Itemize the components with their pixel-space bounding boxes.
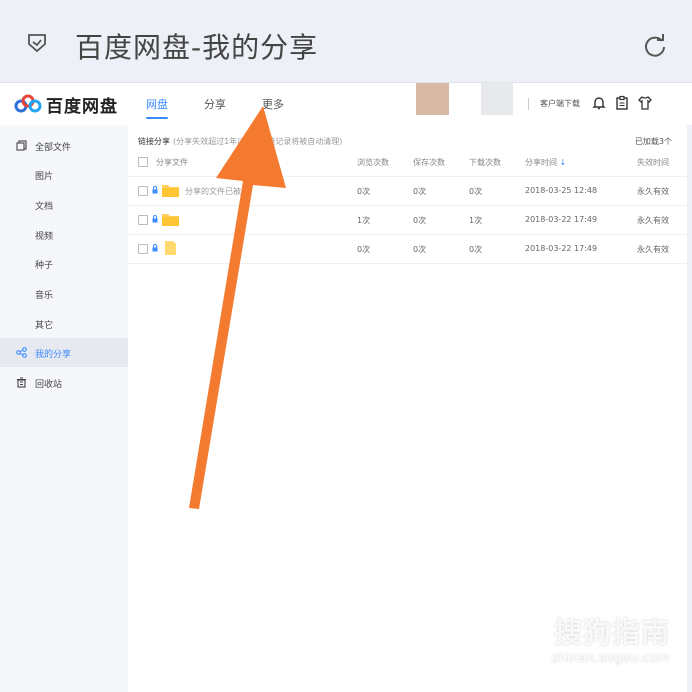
- header-divider: [528, 98, 529, 110]
- page-title: 百度网盘-我的分享: [75, 31, 319, 64]
- folder-icon: [162, 185, 179, 197]
- column-header-saves[interactable]: 保存次数: [413, 157, 445, 168]
- shield-back-icon[interactable]: [26, 32, 48, 54]
- app-header: 百度网盘 网盘 分享 更多 客户端下载: [0, 83, 692, 125]
- column-header-time-label: 分享时间: [525, 158, 557, 167]
- logo-text: 百度网盘: [46, 96, 118, 117]
- sort-down-icon: ↓: [559, 158, 567, 167]
- sidebar-item-label: 图片: [35, 172, 54, 182]
- sidebar-item-label: 我的分享: [35, 350, 72, 360]
- tab-netdisk[interactable]: 网盘: [146, 83, 168, 125]
- cleanup-note-end: 链记录将被自动清理): [267, 137, 343, 146]
- sidebar-item-label: 回收站: [35, 380, 63, 390]
- sidebar-item-label: 种子: [35, 261, 54, 271]
- refresh-icon[interactable]: [642, 32, 668, 58]
- row-checkbox[interactable]: [138, 215, 148, 225]
- loaded-count: 已加载3个: [634, 137, 672, 146]
- sidebar: 全部文件 图片 文档 视频 种子 音乐 其它 我的分享 回收站: [0, 125, 128, 692]
- user-avatar-blurred[interactable]: [416, 83, 449, 115]
- tab-share[interactable]: 分享: [204, 83, 226, 125]
- lock-icon: [152, 244, 158, 252]
- file-icon: [165, 241, 176, 255]
- watermark-url: zhinan.sogou.com: [551, 651, 670, 666]
- sidebar-item-other[interactable]: 其它: [0, 309, 128, 338]
- lock-icon: [152, 215, 158, 223]
- sidebar-item-label: 视频: [35, 232, 54, 242]
- sidebar-item-label: 其它: [35, 321, 54, 331]
- files-icon: [16, 140, 27, 151]
- select-all-checkbox[interactable]: [138, 157, 148, 167]
- sidebar-item-label: 全部文件: [35, 143, 72, 153]
- sidebar-item-label: 文档: [35, 202, 54, 212]
- sidebar-item-images[interactable]: 图片: [0, 160, 128, 189]
- expire-time: 永久有效: [637, 187, 669, 196]
- sidebar-item-documents[interactable]: 文档: [0, 190, 128, 219]
- table-row[interactable]: 分享的文件已被 0次 0次 0次 2018-03-25 12:48 永久有效: [128, 176, 687, 206]
- download-count: 1次: [469, 216, 483, 225]
- sidebar-item-recycle-bin[interactable]: 回收站: [0, 368, 128, 397]
- clipboard-icon[interactable]: [614, 95, 630, 111]
- sidebar-item-all-files[interactable]: 全部文件: [0, 131, 128, 160]
- baidu-pan-logo[interactable]: 百度网盘: [14, 93, 118, 117]
- watermark-title: 搜狗指南: [553, 616, 670, 649]
- table-row[interactable]: 1次 0次 1次 2018-03-22 17:49 永久有效: [128, 205, 687, 235]
- table-row[interactable]: 0次 0次 0次 2018-03-22 17:49 永久有效: [128, 234, 687, 264]
- trash-icon: [17, 377, 26, 388]
- row-checkbox[interactable]: [138, 186, 148, 196]
- app-title-bar: 百度网盘-我的分享: [0, 0, 692, 83]
- expire-time: 永久有效: [637, 245, 669, 254]
- share-list-panel: 链接分享 (分享失效超过1年以 链记录将被自动清理) 已加载3个 分享文件 浏览次数…: [128, 125, 687, 692]
- save-count: 0次: [413, 216, 427, 225]
- download-count: 0次: [469, 245, 483, 254]
- view-count: 1次: [357, 216, 371, 225]
- sidebar-item-music[interactable]: 音乐: [0, 279, 128, 308]
- view-count: 0次: [357, 187, 371, 196]
- view-count: 0次: [357, 245, 371, 254]
- column-header-time[interactable]: 分享时间 ↓: [525, 157, 566, 168]
- share-time: 2018-03-25 12:48: [525, 186, 598, 195]
- shirt-icon[interactable]: [637, 95, 653, 111]
- folder-icon: [162, 214, 179, 226]
- row-checkbox[interactable]: [138, 244, 148, 254]
- top-nav: 网盘 分享 更多: [146, 83, 320, 125]
- cleanup-note: (分享失效超过1年以: [173, 137, 246, 146]
- bell-icon[interactable]: [591, 95, 607, 111]
- expire-time: 永久有效: [637, 216, 669, 225]
- breadcrumb: 链接分享 (分享失效超过1年以 链记录将被自动清理): [138, 136, 342, 147]
- save-count: 0次: [413, 187, 427, 196]
- share-time: 2018-03-22 17:49: [525, 215, 598, 224]
- breadcrumb-title: 链接分享: [138, 137, 170, 146]
- column-header-expire[interactable]: 失效时间: [637, 157, 669, 168]
- sidebar-item-label: 音乐: [35, 291, 54, 301]
- tab-more[interactable]: 更多: [262, 83, 284, 125]
- save-count: 0次: [413, 245, 427, 254]
- lock-icon: [152, 186, 158, 194]
- column-header-downloads[interactable]: 下载次数: [469, 157, 501, 168]
- share-time: 2018-03-22 17:49: [525, 244, 598, 253]
- column-header-views[interactable]: 浏览次数: [357, 157, 389, 168]
- column-header-file[interactable]: 分享文件: [156, 157, 188, 168]
- table-header: 分享文件 浏览次数 保存次数 下载次数 分享时间 ↓ 失效时间: [128, 147, 687, 177]
- sidebar-item-my-shares[interactable]: 我的分享: [0, 338, 128, 367]
- client-download-link[interactable]: 客户端下载: [540, 98, 580, 109]
- cloud-logo-icon: [14, 94, 42, 113]
- sidebar-item-videos[interactable]: 视频: [0, 220, 128, 249]
- user-info-blurred[interactable]: [481, 83, 513, 115]
- file-name[interactable]: 分享的文件已被: [185, 186, 241, 197]
- sidebar-item-torrents[interactable]: 种子: [0, 249, 128, 278]
- download-count: 0次: [469, 187, 483, 196]
- share-icon: [16, 347, 27, 358]
- watermark: 搜狗指南 zhinan.sogou.com: [552, 611, 670, 666]
